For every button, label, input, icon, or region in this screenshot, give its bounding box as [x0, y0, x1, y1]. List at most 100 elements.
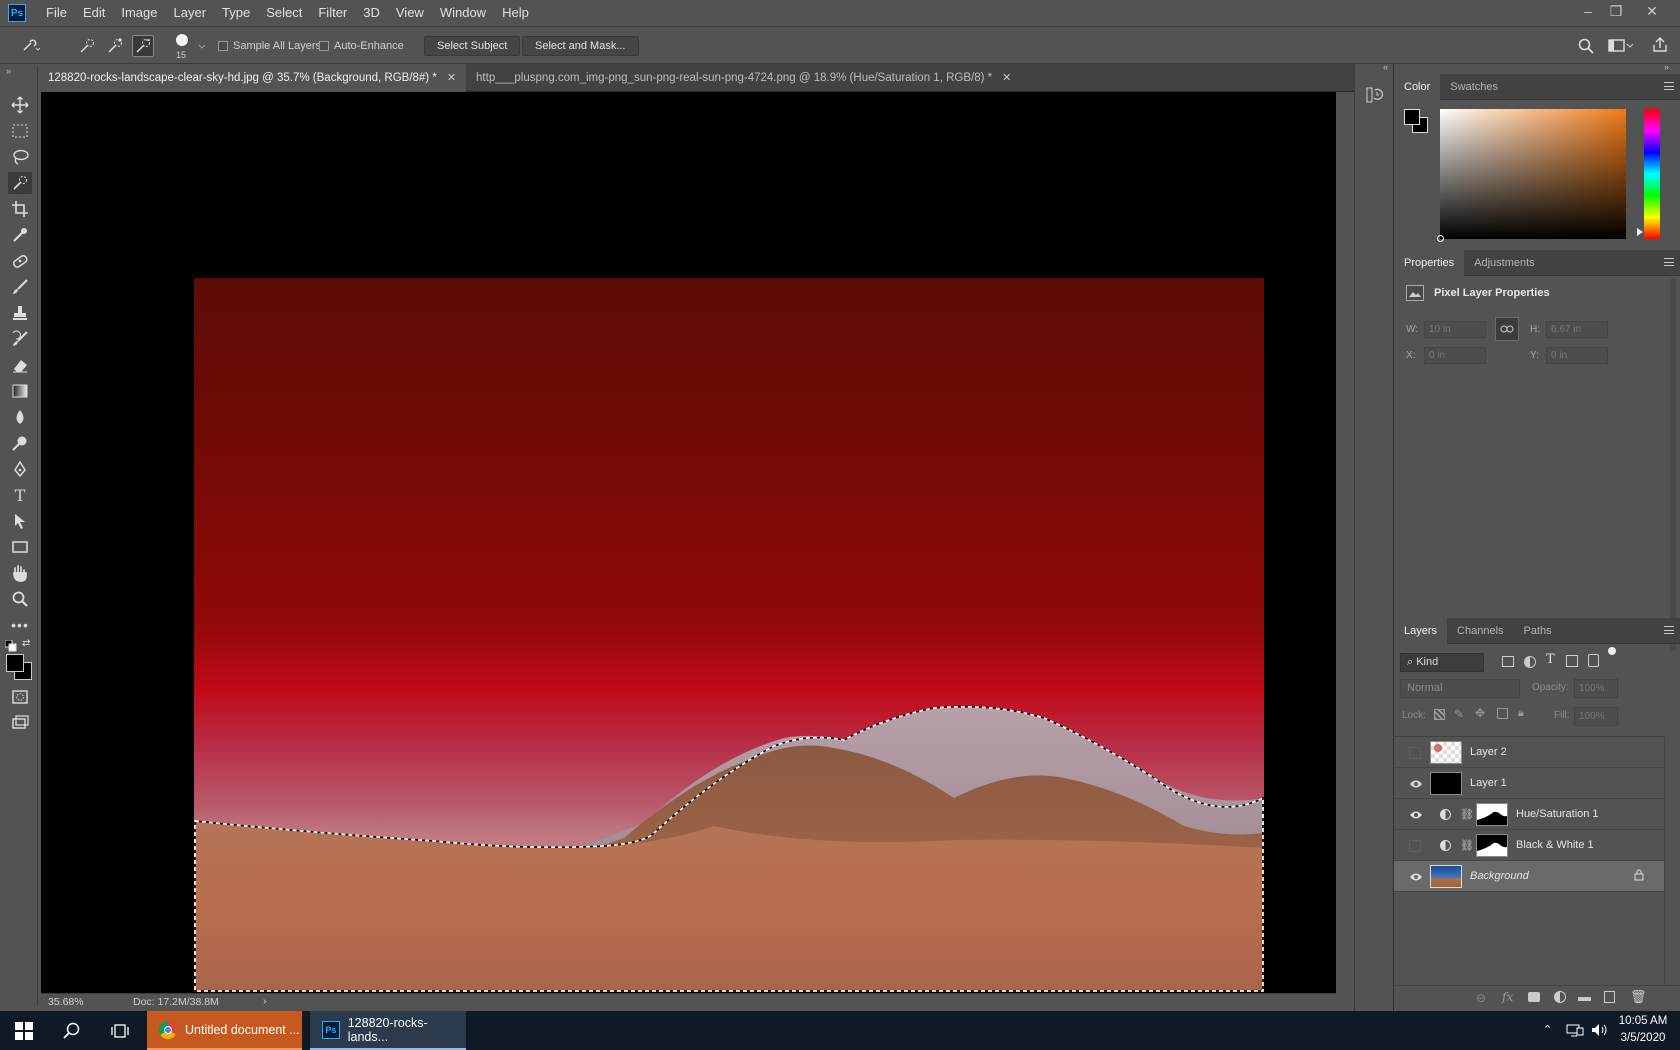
y-field[interactable]: 0 in [1546, 347, 1608, 364]
gradient-tool-icon[interactable] [8, 380, 32, 402]
blur-tool-icon[interactable] [8, 406, 32, 428]
search-icon[interactable] [1578, 38, 1594, 57]
new-selection-brush-icon[interactable] [76, 35, 98, 57]
menu-filter[interactable]: Filter [310, 0, 355, 26]
new-adjustment-layer-icon[interactable] [1554, 991, 1566, 1003]
lock-transparent-icon[interactable] [1434, 709, 1445, 720]
lock-position-icon[interactable]: ✥ [1475, 706, 1485, 720]
brush-tool-icon[interactable] [8, 276, 32, 298]
background-thumbnail[interactable] [1430, 865, 1462, 888]
layer-name[interactable]: Black & White 1 [1516, 839, 1594, 851]
new-group-icon[interactable]: ▬ [1578, 989, 1591, 1004]
fx-icon[interactable]: fx [1502, 990, 1513, 1004]
task-view-icon[interactable] [108, 1019, 132, 1043]
menu-type[interactable]: Type [214, 0, 258, 26]
dodge-tool-icon[interactable] [8, 432, 32, 454]
tab-sun-png[interactable]: http___pluspng.com_img-png_sun-png-real-… [466, 64, 1021, 92]
hue-slider[interactable] [1644, 109, 1660, 239]
tab-rocks-landscape[interactable]: 128820-rocks-landscape-clear-sky-hd.jpg … [38, 64, 467, 92]
tab-channels[interactable]: Channels [1447, 618, 1513, 644]
menu-edit[interactable]: Edit [75, 0, 113, 26]
color-panel-menu-icon[interactable] [1664, 82, 1674, 90]
chain-link-icon[interactable]: ⛓︎ [1460, 808, 1474, 821]
quick-mask-icon[interactable] [8, 686, 32, 708]
zoom-tool-icon[interactable] [8, 588, 32, 610]
menu-3d[interactable]: 3D [355, 0, 388, 26]
trash-icon[interactable]: 🗑︎ [1630, 989, 1647, 1005]
eye-icon[interactable] [1410, 871, 1422, 881]
width-field[interactable]: 10 in [1424, 321, 1486, 338]
x-field[interactable]: 0 in [1424, 347, 1486, 364]
sample-all-layers-box[interactable] [218, 41, 228, 51]
color-panel-foreground-swatch[interactable] [1404, 109, 1420, 125]
clone-stamp-tool-icon[interactable] [8, 302, 32, 324]
eyedropper-tool-icon[interactable] [8, 224, 32, 246]
layer-name[interactable]: Layer 1 [1470, 777, 1507, 789]
fill-field[interactable]: 100% [1574, 707, 1618, 726]
move-tool-icon[interactable] [8, 94, 32, 116]
link-layers-icon[interactable]: ⊖ [1476, 991, 1486, 1005]
history-brush-tool-icon[interactable] [8, 328, 32, 350]
healing-brush-tool-icon[interactable] [8, 250, 32, 272]
more-tools-icon[interactable]: ••• [8, 614, 32, 636]
search-icon[interactable] [60, 1019, 84, 1043]
filter-type-icon[interactable]: T [1546, 652, 1555, 667]
quick-selection-tool-icon[interactable] [8, 172, 32, 194]
layer-row-background[interactable]: Background [1394, 861, 1664, 892]
restore-icon[interactable]: ❐ [1602, 0, 1630, 22]
auto-enhance-checkbox[interactable]: Auto-Enhance [319, 40, 404, 52]
chain-link-icon[interactable]: ⛓︎ [1460, 839, 1474, 852]
taskbar-app-chrome[interactable]: Untitled document ... [147, 1011, 302, 1050]
layer-1-thumbnail[interactable] [1430, 772, 1462, 795]
blend-mode-select[interactable]: Normal [1400, 679, 1520, 698]
menu-select[interactable]: Select [258, 0, 310, 26]
close-window-icon[interactable]: ✕ [1638, 0, 1666, 22]
foreground-color-swatch[interactable] [6, 654, 24, 672]
network-icon[interactable] [1566, 1023, 1584, 1040]
eye-icon[interactable] [1410, 809, 1422, 819]
layer-2-thumbnail[interactable] [1430, 741, 1462, 764]
filter-pixel-icon[interactable] [1502, 656, 1514, 667]
visibility-off-icon[interactable] [1409, 747, 1421, 759]
crop-tool-icon[interactable] [8, 198, 32, 220]
share-icon[interactable] [1652, 37, 1668, 56]
path-selection-tool-icon[interactable] [8, 510, 32, 532]
sample-all-layers-checkbox[interactable]: Sample All Layers [218, 40, 321, 52]
minimize-icon[interactable]: – [1574, 0, 1602, 22]
link-dimensions-icon[interactable] [1495, 317, 1519, 341]
layers-panel-menu-icon[interactable] [1664, 626, 1674, 634]
toolbar-collapse-icon[interactable]: » [6, 66, 11, 76]
lasso-tool-icon[interactable] [8, 146, 32, 168]
menu-help[interactable]: Help [494, 0, 537, 26]
color-spectrum-field[interactable] [1437, 109, 1626, 242]
default-colors-icon[interactable] [4, 639, 17, 652]
zoom-level[interactable]: 35.68% [48, 996, 84, 1008]
dock-collapse-icon[interactable]: « [1383, 62, 1388, 72]
tab-properties[interactable]: Properties [1394, 250, 1465, 276]
opacity-field[interactable]: 100% [1574, 679, 1618, 698]
canvas-pasteboard[interactable] [41, 92, 1336, 993]
tool-preset-picker-icon[interactable] [20, 35, 42, 57]
layer-row-layer-2[interactable]: Layer 2 [1394, 737, 1664, 768]
rectangular-marquee-tool-icon[interactable] [8, 120, 32, 142]
lock-icon[interactable] [1634, 869, 1644, 884]
select-and-mask-button[interactable]: Select and Mask... [522, 36, 639, 56]
workspace-icon[interactable] [1608, 39, 1634, 56]
rectangle-tool-icon[interactable] [8, 536, 32, 558]
add-mask-icon[interactable] [1528, 992, 1540, 1002]
pen-tool-icon[interactable] [8, 458, 32, 480]
tab-color[interactable]: Color [1394, 74, 1441, 100]
clock-date[interactable]: 3/5/2020 [1618, 1032, 1668, 1044]
close-icon[interactable]: ✕ [1002, 64, 1011, 92]
menu-view[interactable]: View [388, 0, 432, 26]
eye-icon[interactable] [1410, 778, 1422, 788]
layer-name[interactable]: Layer 2 [1470, 746, 1507, 758]
filter-shape-icon[interactable] [1566, 655, 1578, 667]
layer-row-layer-1[interactable]: Layer 1 [1394, 768, 1664, 799]
tab-swatches[interactable]: Swatches [1440, 74, 1508, 100]
document-image[interactable] [194, 278, 1264, 992]
brush-picker-chevron-icon[interactable] [198, 41, 206, 49]
layer-name[interactable]: Hue/Saturation 1 [1516, 808, 1599, 820]
clock-time[interactable]: 10:05 AM [1618, 1015, 1668, 1027]
brush-size-preview-icon[interactable] [176, 34, 188, 46]
